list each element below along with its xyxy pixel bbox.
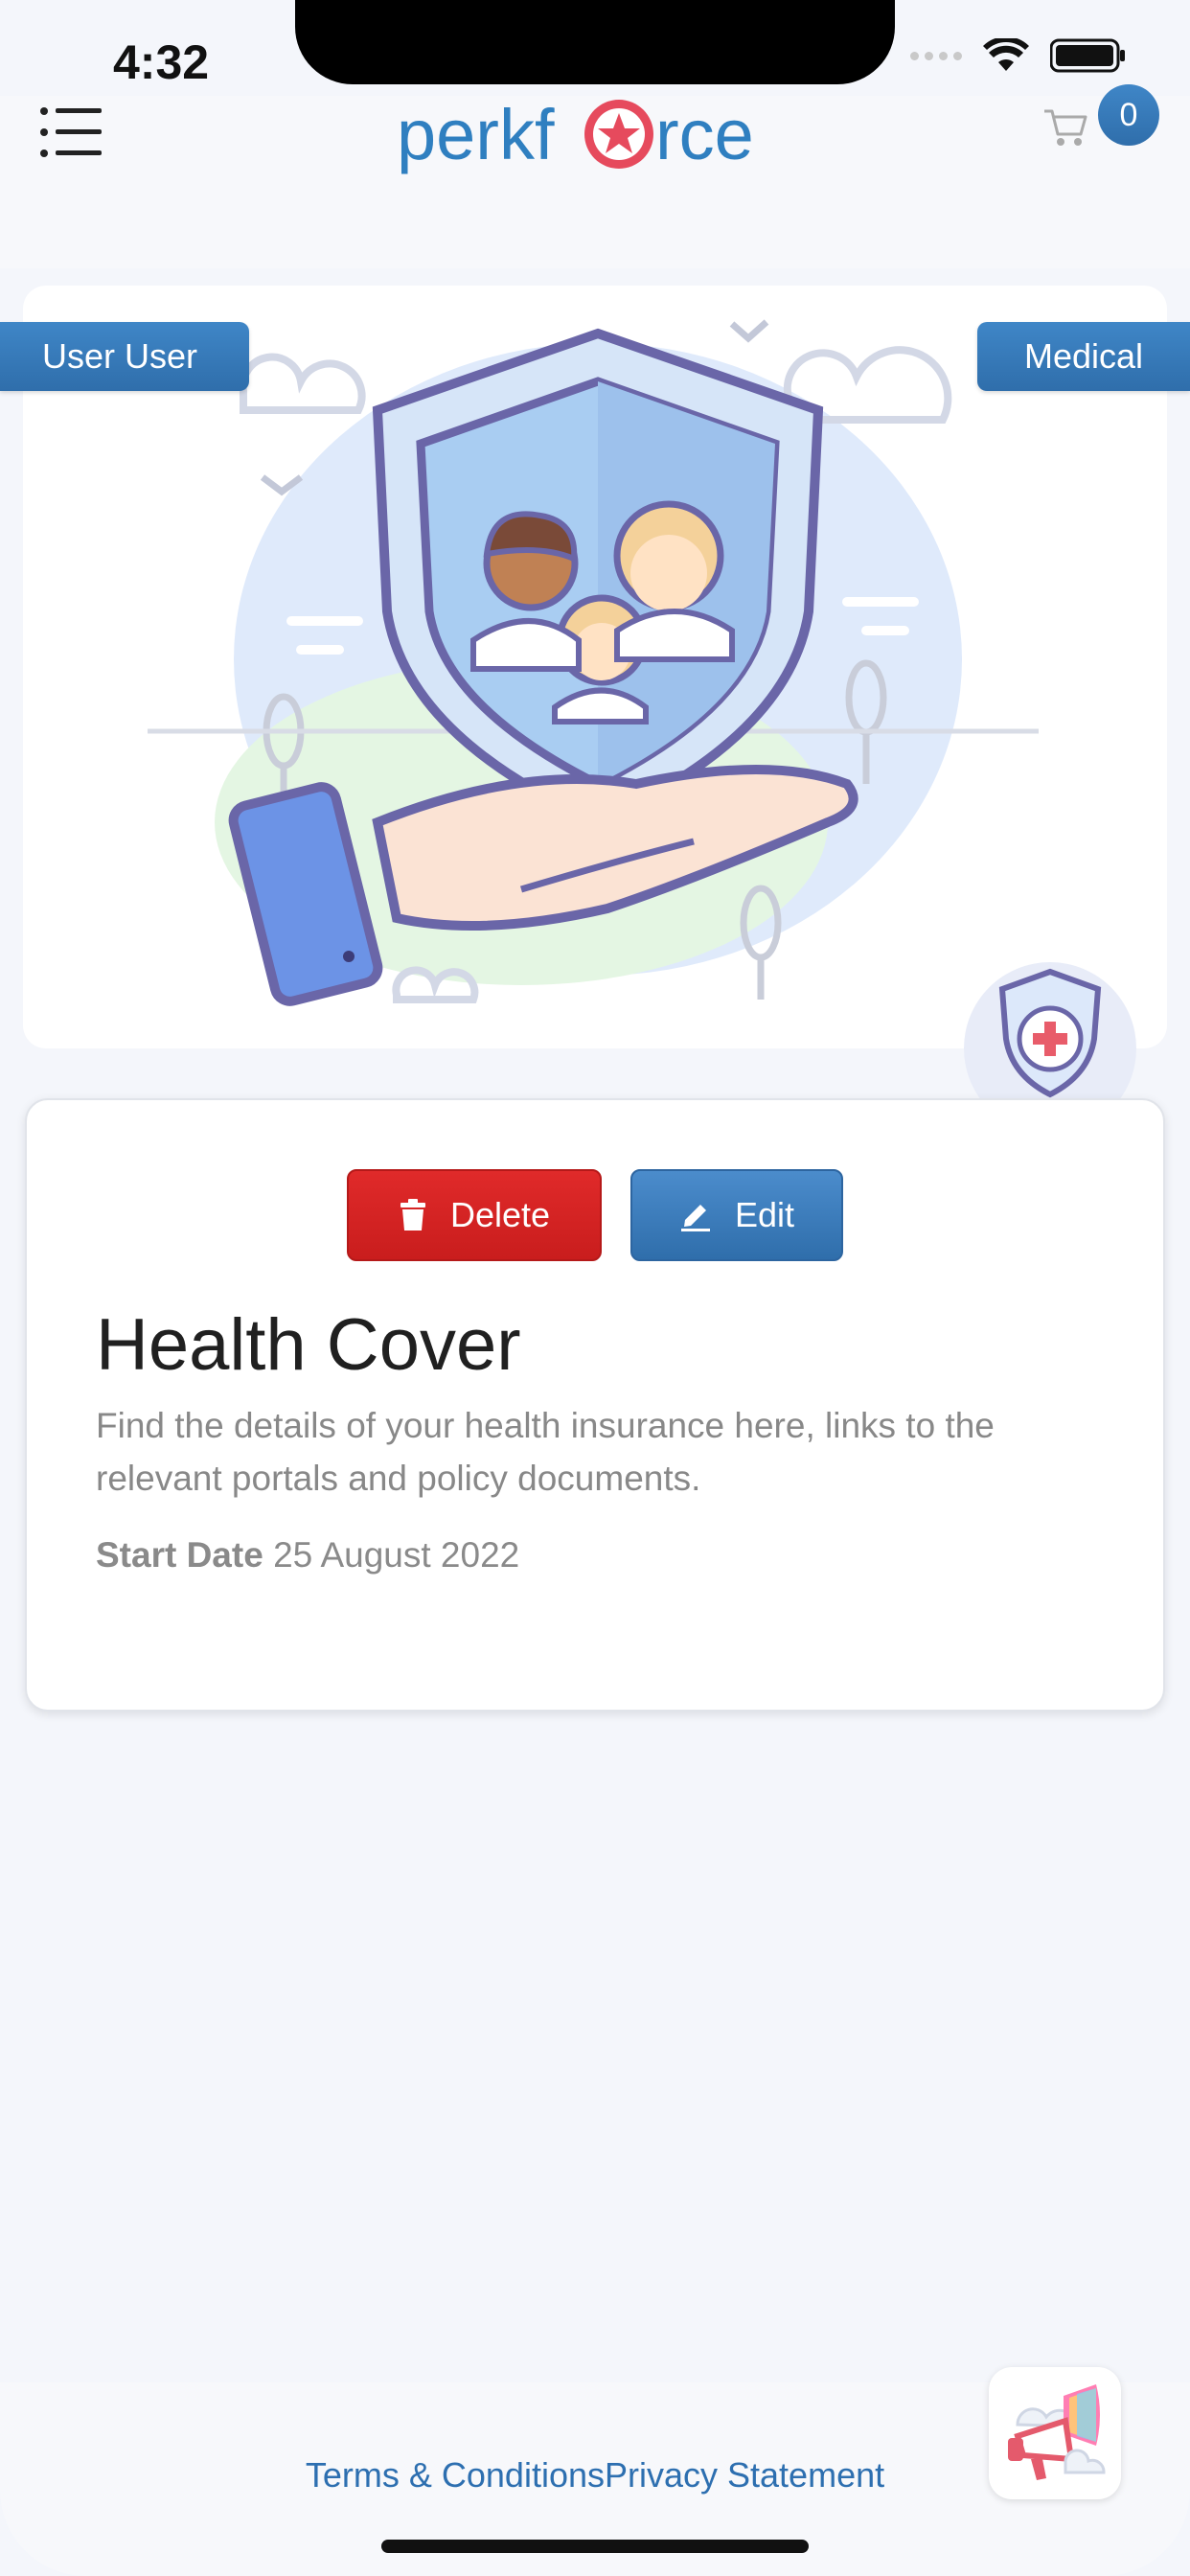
status-time: 4:32 [113, 35, 210, 89]
privacy-link[interactable]: Privacy Statement [605, 2455, 884, 2495]
benefit-description: Find the details of your health insuranc… [96, 1406, 995, 1498]
announcement-button[interactable] [989, 2367, 1121, 2499]
delete-button[interactable]: Delete [347, 1169, 602, 1261]
start-date: Start Date 25 August 2022 [96, 1535, 519, 1576]
employee-tag: User User [0, 322, 249, 391]
cart-count-badge[interactable]: 0 [1098, 84, 1159, 146]
battery-icon [1050, 38, 1125, 73]
status-icons [910, 38, 1127, 73]
benefit-hero-image [23, 286, 1167, 1048]
terms-link[interactable]: Terms & Conditions [306, 2455, 605, 2495]
benefit-detail-card: Delete Edit Health Cover Find the detail… [25, 1098, 1165, 1712]
insurance-illustration [148, 319, 1039, 1006]
start-date-value: 25 August 2022 [273, 1535, 520, 1575]
medical-shield-icon [964, 962, 1136, 1106]
cellular-signal-icon [910, 51, 962, 60]
svg-text:rce: rce [655, 95, 754, 174]
menu-icon[interactable] [38, 104, 105, 161]
edit-button[interactable]: Edit [630, 1169, 843, 1261]
app-screen: 4:32 perkf rce 0 User User Medical Delet… [0, 0, 1190, 2576]
edit-button-label: Edit [734, 1195, 795, 1234]
benefit-title: Health Cover [96, 1304, 521, 1386]
brand-logo[interactable]: perkf rce [393, 79, 795, 184]
device-notch [295, 0, 895, 84]
wifi-icon [983, 38, 1029, 71]
start-date-label: Start Date [96, 1535, 263, 1575]
home-indicator [381, 2540, 809, 2553]
megaphone-icon [1008, 2384, 1106, 2480]
trash-icon [400, 1199, 425, 1230]
pencil-icon [680, 1205, 710, 1231]
svg-text:perkf: perkf [397, 95, 555, 174]
category-tag: Medical [977, 322, 1190, 391]
delete-button-label: Delete [449, 1195, 551, 1234]
cart-icon[interactable] [1042, 104, 1090, 151]
